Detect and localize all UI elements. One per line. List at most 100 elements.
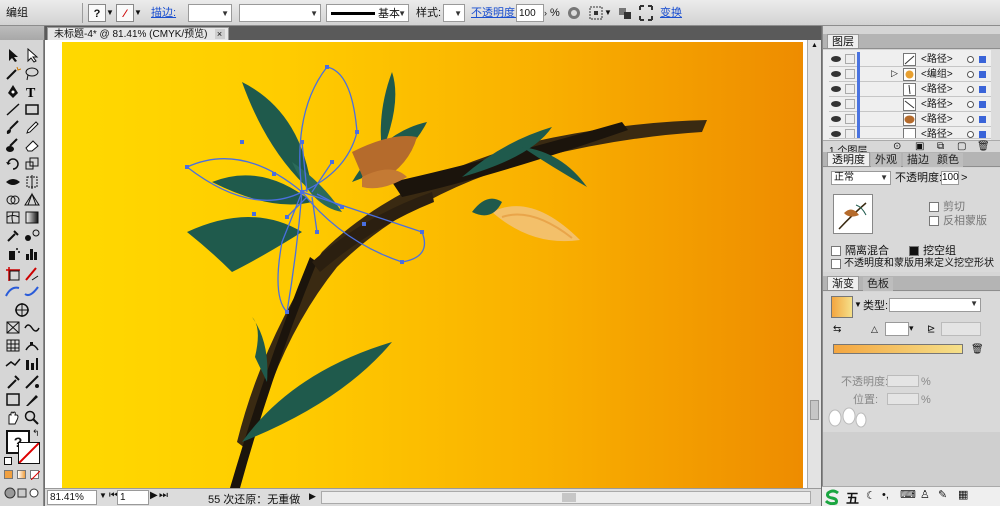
direct-selection-tool-icon[interactable] <box>24 47 40 63</box>
expand-toggle-icon[interactable]: ▷ <box>891 68 898 79</box>
expand-view-icon[interactable] <box>638 4 654 22</box>
gradient-swatch[interactable] <box>831 296 853 318</box>
selection-indicator[interactable] <box>979 131 986 138</box>
zoom-tool-icon[interactable] <box>24 410 40 425</box>
pencil-tool-icon[interactable] <box>24 120 40 135</box>
page-input[interactable]: 1 <box>117 490 149 505</box>
blend-tool-icon[interactable] <box>24 228 40 243</box>
opacity-link[interactable]: 不透明度: <box>471 4 518 22</box>
selection-indicator[interactable] <box>979 116 986 123</box>
gradient-swatch-dropdown-icon[interactable]: ▼ <box>854 300 862 309</box>
tab-swatches[interactable]: 色板 <box>863 277 893 291</box>
lock-toggle[interactable] <box>845 99 855 109</box>
eyedropper-tool-icon[interactable] <box>5 228 21 243</box>
zoom-dropdown-icon[interactable]: ▼ <box>99 491 107 500</box>
align-icon[interactable] <box>588 4 604 22</box>
stop-opacity-input[interactable] <box>887 375 919 387</box>
delete-stop-icon[interactable]: 🗑 <box>971 344 984 355</box>
target-circle-icon[interactable] <box>967 56 974 63</box>
align-dropdown-icon[interactable]: ▼ <box>604 4 612 22</box>
selection-indicator[interactable] <box>979 86 986 93</box>
scale-tool-icon[interactable] <box>24 156 40 171</box>
target-circle-icon[interactable] <box>967 131 974 138</box>
eye-icon[interactable] <box>831 85 841 93</box>
mesh-tool-icon[interactable] <box>5 210 21 225</box>
status-menu-icon[interactable]: ▶ <box>309 491 316 502</box>
make-clipping-mask-icon[interactable]: ▣ <box>915 141 924 152</box>
slice-tool-icon[interactable] <box>24 266 40 281</box>
layer-row[interactable]: <路径> <box>829 97 997 112</box>
knockout-group-checkbox[interactable] <box>909 246 919 256</box>
selection-indicator[interactable] <box>979 71 986 78</box>
locate-object-icon[interactable]: ⊙ <box>893 141 901 152</box>
lock-toggle[interactable] <box>845 114 855 124</box>
swap-fill-stroke-icon[interactable]: ↰ <box>32 428 40 439</box>
eye-icon[interactable] <box>831 130 841 138</box>
eye-icon[interactable] <box>831 115 841 123</box>
layer-name[interactable]: <编组> <box>921 67 953 82</box>
clip-checkbox[interactable] <box>929 202 939 212</box>
angle-input[interactable] <box>885 322 909 336</box>
measure-tool-icon[interactable] <box>24 374 40 389</box>
last-page-icon[interactable]: ⏭ <box>159 490 168 501</box>
target-circle-icon[interactable] <box>967 101 974 108</box>
fill-color-button[interactable]: ? <box>88 4 106 22</box>
stroke-dropdown-icon[interactable]: ▼ <box>134 4 142 22</box>
perspective-grid-tool-icon[interactable] <box>24 192 40 207</box>
symbol-sprayer-tool-icon[interactable] <box>5 246 21 261</box>
knife-path-icon[interactable] <box>5 284 21 299</box>
define-knockout-checkbox[interactable] <box>831 259 841 269</box>
brush-definition-select[interactable]: 基本 ▼ <box>326 4 409 22</box>
keyboard-icon[interactable]: ⌨ <box>900 488 916 501</box>
knife-tool-icon[interactable] <box>24 392 40 407</box>
aspect-ratio-input[interactable] <box>941 322 981 336</box>
free-transform-tool-icon[interactable] <box>24 174 40 189</box>
stroke-weight-input[interactable]: ▼ <box>188 4 232 22</box>
graph-tool-icon[interactable] <box>5 338 21 353</box>
layer-name[interactable]: <路径> <box>921 97 953 112</box>
reverse-gradient-icon[interactable]: ⇆ <box>833 324 841 335</box>
eraser-tool-icon[interactable] <box>24 138 40 153</box>
target-circle-icon[interactable] <box>967 86 974 93</box>
recolor-artwork-icon[interactable] <box>566 4 582 22</box>
tools-panel-grip[interactable] <box>0 26 44 40</box>
artboard[interactable] <box>62 42 803 488</box>
width-tool-icon[interactable] <box>5 174 21 189</box>
target-circle-icon[interactable] <box>967 116 974 123</box>
shape-builder-tool-icon[interactable] <box>5 192 21 207</box>
layer-row[interactable]: <路径> <box>829 127 997 139</box>
pen-tool-icon[interactable] <box>5 84 21 99</box>
paintbrush-tool-icon[interactable] <box>5 120 21 135</box>
punctuation-icon[interactable]: •, <box>882 489 889 501</box>
eye-icon[interactable] <box>831 100 841 108</box>
gradient-slider[interactable] <box>833 344 963 354</box>
isolate-blending-checkbox[interactable] <box>831 246 841 256</box>
selection-indicator[interactable] <box>979 101 986 108</box>
layer-row[interactable]: <路径> <box>829 52 997 67</box>
branch-stem[interactable] <box>392 122 628 197</box>
twirl-tool-icon[interactable] <box>24 320 40 335</box>
isolate-group-icon[interactable] <box>616 4 634 22</box>
lock-toggle[interactable] <box>845 129 855 138</box>
target-circle-icon[interactable] <box>967 71 974 78</box>
gradient-tool-icon[interactable] <box>24 210 40 225</box>
ime-mode-char[interactable]: 五 <box>846 488 859 506</box>
opacity-arrow-icon[interactable]: > <box>961 172 967 184</box>
tab-color[interactable]: 颜色 <box>933 153 963 167</box>
scroll-thumb[interactable] <box>810 400 819 420</box>
gradient-mode-icon[interactable] <box>17 470 26 479</box>
opacity-input[interactable]: 100 <box>516 4 544 22</box>
lock-toggle[interactable] <box>845 84 855 94</box>
selection-indicator[interactable] <box>979 56 986 63</box>
variable-width-profile-select[interactable]: ▼ <box>239 4 321 22</box>
graphic-style-select[interactable]: ▼ <box>443 4 465 22</box>
default-colors-icon[interactable] <box>4 457 12 465</box>
flower-leaf-left[interactable] <box>187 217 302 272</box>
tab-appearance[interactable]: 外观 <box>871 153 901 167</box>
eye-icon[interactable] <box>831 55 841 63</box>
tab-transparency[interactable]: 透明度 <box>827 152 870 166</box>
horizontal-scrollbar[interactable] <box>321 491 811 504</box>
lasso-tool-icon[interactable] <box>24 66 40 81</box>
layer-name[interactable]: <路径> <box>921 82 953 97</box>
angle-dropdown-icon[interactable]: ▾ <box>909 323 914 334</box>
